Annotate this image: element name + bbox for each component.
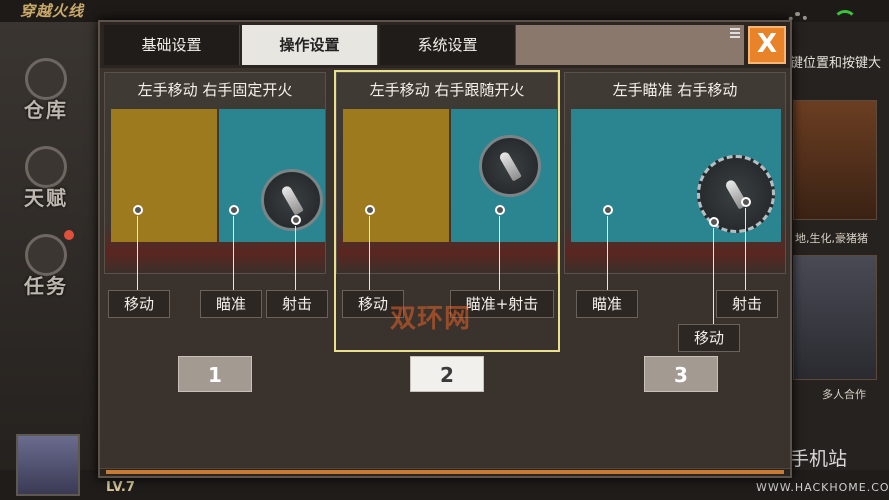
marker [741,197,751,207]
watermark-text: 双环网 [390,304,472,334]
coop-card-image[interactable] [793,255,877,380]
sidebar: 仓库 天赋 任务 [0,22,98,500]
tab-system-settings[interactable]: 系统设置 [380,25,516,65]
coop-card-text: 多人合作 [822,388,866,401]
close-button[interactable]: X [748,26,786,64]
menu-icon[interactable] [730,28,740,38]
leader-line [607,216,608,290]
leader-line [137,216,138,290]
bullet-icon [280,184,304,216]
top-bar [0,0,889,22]
settings-dialog: 基础设置 操作设置 系统设置 X 左手移动 右手固定开火 移动 瞄准 射击 左手… [98,20,792,478]
tab-basic-settings[interactable]: 基础设置 [104,25,240,65]
label-move: 移动 [678,324,740,352]
leader-line [713,228,714,324]
leader-line [233,216,234,290]
hint-text: 键位置和按键大 [790,56,882,71]
panel-title: 左手瞄准 右手移动 [612,81,738,99]
sidebar-item-missions[interactable]: 任务 [6,228,86,308]
marker [229,205,239,215]
sidebar-item-label: 任务 [24,274,68,298]
scroll-thumb[interactable] [106,470,784,474]
sidebar-item-label: 仓库 [24,98,68,122]
move-zone [111,109,217,242]
scrollbar[interactable] [100,468,790,476]
marker [603,205,613,215]
avatar[interactable] [16,434,80,496]
control-scheme-panel-3[interactable]: 左手瞄准 右手移动 [564,72,786,274]
mode-card-image[interactable] [793,100,877,220]
label-move: 移动 [108,290,170,318]
label-shoot: 射击 [716,290,778,318]
tab-bar-filler [516,25,744,65]
marker [133,205,143,215]
sidebar-item-warehouse[interactable]: 仓库 [6,52,86,132]
scheme-option-1-button[interactable]: 1 [178,356,252,392]
sidebar-item-talent[interactable]: 天赋 [6,140,86,220]
scheme-option-3-button[interactable]: 3 [644,356,718,392]
panel-title: 左手移动 右手固定开火 [137,81,293,99]
marker [291,215,301,225]
tab-control-settings[interactable]: 操作设置 [242,25,378,65]
label-shoot: 射击 [266,290,328,318]
marker [709,217,719,227]
label-aim: 瞄准 [576,290,638,318]
label-aim: 瞄准 [200,290,262,318]
watermark-url: WWW.HACKHOME.COM [756,481,889,494]
game-logo: 穿越火线 [20,2,85,20]
mode-card-text: 地,生化,豪猪猪 [795,232,868,245]
leader-line [745,208,746,290]
notification-dot [64,230,74,240]
scheme-option-2-button[interactable]: 2 [410,356,484,392]
sidebar-item-label: 天赋 [24,186,68,210]
player-level: LV.7 [106,480,135,495]
leader-line [295,226,296,290]
